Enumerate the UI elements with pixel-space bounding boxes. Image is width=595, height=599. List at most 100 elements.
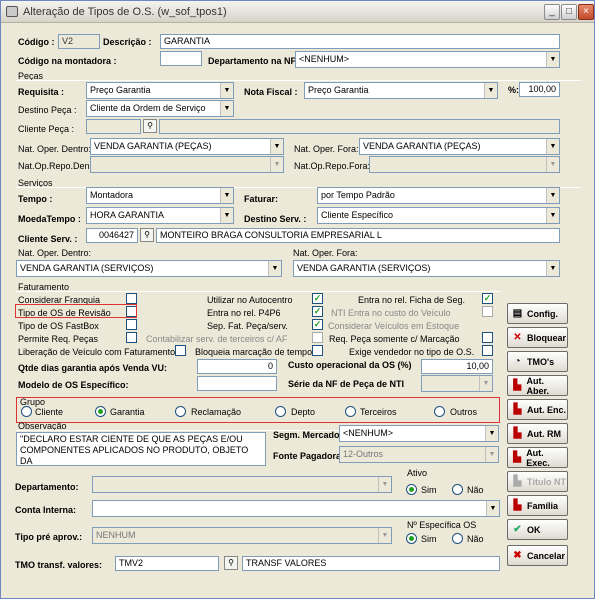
aut-aber-button[interactable]: ▙ Aut. Aber.: [507, 375, 568, 396]
destino-serv-select[interactable]: Cliente Específico ▼: [317, 207, 560, 224]
ativo-sim-label: Sim: [421, 485, 437, 495]
notafiscal-select[interactable]: Preço Garantia ▼: [304, 82, 498, 99]
grupo-reclamacao-label: Reclamação: [191, 407, 242, 417]
aut-enc-button[interactable]: ▙ Aut. Enc.: [507, 399, 568, 420]
search-icon[interactable]: ⚲: [224, 556, 238, 570]
close-button[interactable]: ×: [578, 4, 594, 20]
departamento-label: Departamento:: [15, 482, 79, 492]
natfora-pecas-label: Nat. Oper. Fora:: [294, 144, 359, 154]
conta-interna-select[interactable]: ▼: [92, 500, 500, 517]
exige-vendedor-checkbox[interactable]: [482, 345, 493, 356]
tipo-fastbox-checkbox[interactable]: [126, 319, 137, 330]
utilizar-autocentro-checkbox[interactable]: ✓: [312, 293, 323, 304]
natdentro-serv-select[interactable]: VENDA GARANTIA (SERVIÇOS) ▼: [16, 260, 282, 277]
car-icon: ▙: [513, 499, 522, 511]
ativo-nao-label: Não: [467, 485, 484, 495]
req-peca-checkbox[interactable]: [482, 332, 493, 343]
chevron-down-icon: ▼: [220, 188, 233, 203]
contabilizar-checkbox[interactable]: [312, 332, 323, 343]
car-icon: ▙: [513, 379, 522, 391]
grupo-reclamacao-radio[interactable]: [175, 406, 186, 417]
aut-exec-button[interactable]: ▙ Aut. Exec.: [507, 447, 568, 468]
considerar-franquia-checkbox[interactable]: [126, 293, 137, 304]
moeda-select[interactable]: HORA GARANTIA ▼: [86, 207, 234, 224]
modelo-field[interactable]: [197, 376, 277, 391]
familia-button[interactable]: ▙ Família: [507, 495, 568, 516]
notafiscal-value: Preço Garantia: [308, 85, 369, 95]
chevron-down-icon: ▼: [546, 188, 559, 203]
conta-interna-label: Conta Interna:: [15, 505, 77, 515]
maximize-button[interactable]: □: [561, 4, 577, 20]
tempo-select[interactable]: Montadora ▼: [86, 187, 234, 204]
codmontadora-field[interactable]: [160, 51, 202, 66]
ativo-sim-radio[interactable]: [406, 484, 417, 495]
qtde-dias-field[interactable]: 0: [197, 359, 277, 374]
tipo-pre-select[interactable]: NENHUM ▼: [92, 527, 392, 544]
custo-field[interactable]: 10,00: [421, 359, 493, 374]
entra-ficha-checkbox[interactable]: ✓: [482, 293, 493, 304]
exige-vendedor-label: Exige vendedor no tipo de O.S.: [349, 347, 475, 357]
tipo-fastbox-label: Tipo de OS FastBox: [18, 321, 99, 331]
pct-field[interactable]: 100,00: [519, 82, 560, 97]
aut-exec-label: Aut. Exec.: [526, 447, 550, 468]
tempo-value: Montadora: [90, 190, 134, 200]
req-peca-label: Req. Peça somente c/ Marcação: [329, 334, 460, 344]
grupo-depto-radio[interactable]: [275, 406, 286, 417]
natdentro-pecas-select[interactable]: VENDA GARANTIA (PEÇAS) ▼: [90, 138, 284, 155]
minimize-button[interactable]: _: [544, 4, 560, 20]
notafiscal-label: Nota Fiscal :: [244, 87, 298, 97]
cliente-serv-code[interactable]: 0046427: [86, 228, 138, 243]
grupo-cliente-radio[interactable]: [21, 406, 32, 417]
liberacao-checkbox[interactable]: [175, 345, 186, 356]
depnf-select[interactable]: <NENHUM> ▼: [295, 51, 560, 68]
requisita-select[interactable]: Preço Garantia ▼: [86, 82, 234, 99]
config-button[interactable]: ▤ Config.: [507, 303, 568, 324]
natrepo-den-select[interactable]: ▼: [90, 156, 284, 173]
natrepo-fora-label: Nat.Op.Repo.Fora:: [294, 161, 371, 171]
destino-peca-select[interactable]: Cliente da Ordem de Serviço ▼: [86, 100, 234, 117]
grupo-outros-radio[interactable]: [434, 406, 445, 417]
chevron-down-icon: ▼: [546, 157, 559, 172]
serie-select[interactable]: ▼: [421, 375, 493, 392]
nespecifica-nao-radio[interactable]: [452, 533, 463, 544]
bloqueia-checkbox[interactable]: [312, 345, 323, 356]
departamento-select[interactable]: ▼: [92, 476, 392, 493]
bloquear-button[interactable]: ✕ Bloquear: [507, 327, 568, 348]
search-icon[interactable]: ⚲: [140, 228, 154, 242]
cancelar-button[interactable]: ✖ Cancelar: [507, 545, 568, 566]
natfora-pecas-select[interactable]: VENDA GARANTIA (PEÇAS) ▼: [359, 138, 560, 155]
destino-peca-value: Cliente da Ordem de Serviço: [90, 103, 206, 113]
natfora-serv-select[interactable]: VENDA GARANTIA (SERVIÇOS) ▼: [293, 260, 560, 277]
segm-mercado-select[interactable]: <NENHUM> ▼: [339, 425, 499, 442]
grupo-terceiros-radio[interactable]: [345, 406, 356, 417]
entra-p4p6-checkbox[interactable]: ✓: [312, 306, 323, 317]
faturar-select[interactable]: por Tempo Padrão ▼: [317, 187, 560, 204]
nti-entra-checkbox[interactable]: [482, 306, 493, 317]
fonte-pagadora-select[interactable]: 12-Outros ▼: [339, 446, 499, 463]
ativo-nao-radio[interactable]: [452, 484, 463, 495]
titulo-nt-button[interactable]: ▙ Título NT: [507, 471, 568, 492]
window-title: Alteração de Tipos de O.S. (w_sof_tpos1): [23, 6, 227, 18]
codigo-field[interactable]: V2: [58, 34, 100, 49]
ok-button[interactable]: ✔ OK: [507, 519, 568, 540]
car-icon: ▙: [513, 427, 522, 439]
search-icon[interactable]: ⚲: [143, 119, 157, 133]
grupo-garantia-label: Garantia: [110, 407, 145, 417]
grupo-garantia-radio[interactable]: [95, 406, 106, 417]
tmos-button[interactable]: ◔ TMO's: [507, 351, 568, 372]
cliente-peca-code[interactable]: [86, 119, 141, 134]
aut-rm-button[interactable]: ▙ Aut. RM: [507, 423, 568, 444]
sep-fat-checkbox[interactable]: ✓: [312, 319, 323, 330]
moeda-value: HORA GARANTIA: [90, 210, 165, 220]
codigo-label: Código :: [18, 37, 55, 47]
nespecifica-sim-radio[interactable]: [406, 533, 417, 544]
nespecifica-sim-label: Sim: [421, 534, 437, 544]
fonte-pagadora-value: 12-Outros: [343, 449, 384, 459]
observacao-textarea[interactable]: "DECLARO ESTAR CIENTE DE QUE AS PEÇAS E/…: [16, 432, 266, 466]
tipo-pre-label: Tipo pré aprov.:: [15, 532, 83, 542]
natrepo-fora-select[interactable]: ▼: [369, 156, 560, 173]
descricao-field[interactable]: GARANTIA: [160, 34, 560, 49]
permite-req-checkbox[interactable]: [126, 332, 137, 343]
tmo-code[interactable]: TMV2: [115, 556, 219, 571]
codmontadora-label: Código na montadora :: [18, 56, 117, 66]
